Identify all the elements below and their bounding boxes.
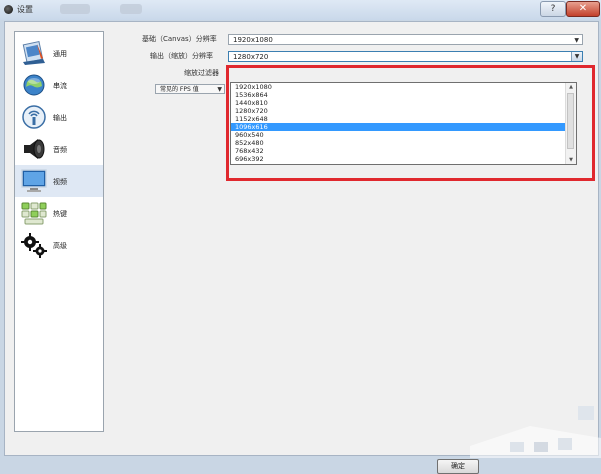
output-icon [22, 105, 46, 129]
sidebar-item-label: 视频 [53, 178, 67, 186]
stream-icon [23, 74, 45, 96]
sidebar-item-label: 通用 [53, 50, 67, 58]
chevron-down-icon: ▼ [574, 37, 579, 44]
video-icon [21, 169, 47, 192]
blurred-title-region [120, 4, 142, 14]
sidebar-item-general[interactable]: 通用 [15, 37, 103, 69]
sidebar-item-video[interactable]: 视频 [15, 165, 103, 197]
base-resolution-select[interactable]: 1920x1080 ▼ [228, 34, 583, 45]
app-icon [4, 5, 13, 14]
sidebar-item-label: 串流 [53, 82, 67, 90]
window-title: 设置 [17, 5, 33, 14]
watermark-overlay [470, 406, 601, 458]
output-resolution-value: 1280x720 [233, 53, 269, 61]
output-resolution-select[interactable]: 1280x720 ▼ [228, 51, 583, 62]
ok-button[interactable]: 确定 [437, 459, 479, 474]
output-resolution-label: 输出（缩放）分辨率 [150, 52, 213, 60]
audio-icon [24, 139, 45, 159]
sidebar-item-advanced[interactable]: 高级 [15, 229, 103, 261]
sidebar-item-label: 高级 [53, 242, 67, 250]
sidebar-item-hotkeys[interactable]: 热键 [15, 197, 103, 229]
sidebar-item-label: 热键 [53, 210, 67, 218]
highlight-annotation-box [226, 65, 595, 181]
blurred-title-region [60, 4, 90, 14]
sidebar-item-output[interactable]: 输出 [15, 101, 103, 133]
settings-sidebar: 通用 串流 输出 音频 视频 热键 高级 [14, 31, 104, 432]
downscale-filter-label: 缩放过滤器 [184, 69, 219, 77]
sidebar-item-label: 音频 [53, 146, 67, 154]
sidebar-item-audio[interactable]: 音频 [15, 133, 103, 165]
chevron-down-icon: ▼ [217, 86, 222, 93]
help-icon: ? [550, 4, 556, 14]
base-resolution-label: 基础（Canvas）分辨率 [142, 35, 217, 43]
help-button[interactable]: ? [540, 1, 566, 17]
chevron-down-icon: ▼ [571, 52, 582, 61]
settings-dialog: 通用 串流 输出 音频 视频 热键 高级 基础（Canvas）分辨率 1920x… [4, 21, 599, 474]
close-button[interactable]: ✕ [566, 1, 600, 17]
fps-type-value: 常见的 FPS 值 [160, 86, 199, 93]
sidebar-item-label: 输出 [53, 114, 67, 122]
base-resolution-value: 1920x1080 [233, 36, 273, 44]
fps-type-select[interactable]: 常见的 FPS 值 ▼ [155, 84, 225, 94]
general-icon [22, 40, 45, 65]
hotkeys-icon [21, 202, 47, 225]
close-icon: ✕ [578, 3, 588, 14]
title-bar: 设置 ? ✕ [0, 0, 601, 20]
sidebar-item-stream[interactable]: 串流 [15, 69, 103, 101]
advanced-icon [21, 233, 47, 258]
